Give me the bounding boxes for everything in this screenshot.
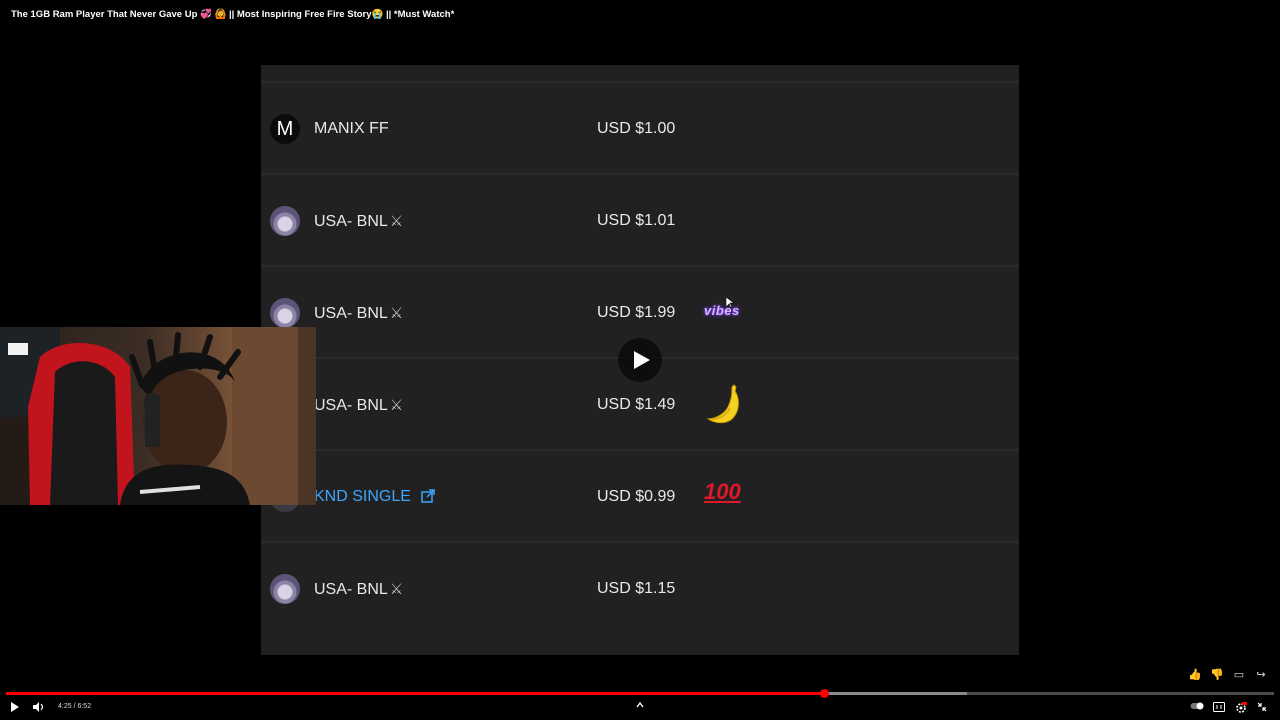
share-icon[interactable]: ↪ [1252, 668, 1270, 682]
mouse-cursor-icon [726, 297, 734, 309]
volume-icon[interactable] [32, 701, 44, 713]
superchat-row: USA- BNL ⚔ USD $1.01 [261, 173, 1019, 267]
crossed-swords-icon: ⚔ [389, 581, 404, 598]
external-link-icon[interactable] [421, 489, 435, 503]
exit-fullscreen-icon[interactable] [1257, 702, 1267, 712]
donor-name: MANIX FF [314, 120, 389, 137]
donor-name: USA- BNL ⚔ [314, 396, 403, 415]
donation-amount: USD $1.15 [597, 580, 676, 597]
donor-name-text: USA- BNL [314, 213, 388, 230]
streamer-webcam-image [0, 327, 316, 505]
crossed-swords-icon: ⚔ [389, 397, 404, 414]
donor-name-text: USA- BNL [314, 305, 388, 322]
play-icon [634, 351, 650, 369]
donor-name: USA- BNL ⚔ [314, 580, 403, 599]
donor-name-text: USA- BNL [314, 581, 388, 598]
settings-gear-icon[interactable] [1235, 702, 1247, 714]
banana-sticker-icon [706, 384, 739, 424]
superchat-row: KND SINGLE USD $0.99 100 [261, 449, 1019, 543]
autoplay-toggle-icon[interactable] [1190, 702, 1204, 710]
video-action-bar: 👍 👎 ▭ ↪ [1186, 668, 1270, 682]
player-controls: 4:25 / 6:52 [0, 699, 1280, 717]
crossed-swords-icon: ⚔ [389, 213, 404, 230]
captions-icon[interactable] [1213, 702, 1225, 712]
donation-amount: USD $1.00 [597, 120, 676, 137]
avatar [270, 298, 300, 328]
chevron-up-icon[interactable] [636, 702, 644, 708]
comment-icon[interactable]: ▭ [1230, 668, 1248, 682]
center-play-button[interactable] [618, 338, 662, 382]
donation-amount: USD $1.49 [597, 396, 676, 413]
progress-bar[interactable] [6, 689, 1274, 698]
play-icon[interactable] [10, 701, 20, 713]
crossed-swords-icon: ⚔ [389, 305, 404, 322]
donor-name-link[interactable]: KND SINGLE [314, 488, 411, 506]
vibes-sticker: vibes [704, 303, 740, 318]
avatar: M [270, 114, 300, 144]
avatar [270, 574, 300, 604]
donation-amount: USD $1.99 [597, 304, 676, 321]
donor-name: USA- BNL ⚔ [314, 212, 403, 231]
like-icon[interactable]: 👍 [1186, 668, 1204, 682]
superchat-row: USA- BNL ⚔ USD $1.15 [261, 541, 1019, 635]
donor-name: USA- BNL ⚔ [314, 304, 403, 323]
donation-amount: USD $0.99 [597, 488, 676, 505]
scrubber-handle[interactable] [819, 689, 829, 698]
hundred-points-icon: 100 [704, 479, 741, 504]
played-bar [6, 692, 824, 695]
avatar [270, 206, 300, 236]
webcam-overlay [0, 327, 316, 505]
time-display: 4:25 / 6:52 [58, 703, 92, 710]
donation-amount: USD $1.01 [597, 212, 676, 229]
superchat-row: M MANIX FF USD $1.00 [261, 81, 1019, 175]
video-title: The 1GB Ram Player That Never Gave Up 💞 … [11, 9, 455, 20]
donor-name-text: USA- BNL [314, 397, 388, 414]
dislike-icon[interactable]: 👎 [1208, 668, 1226, 682]
